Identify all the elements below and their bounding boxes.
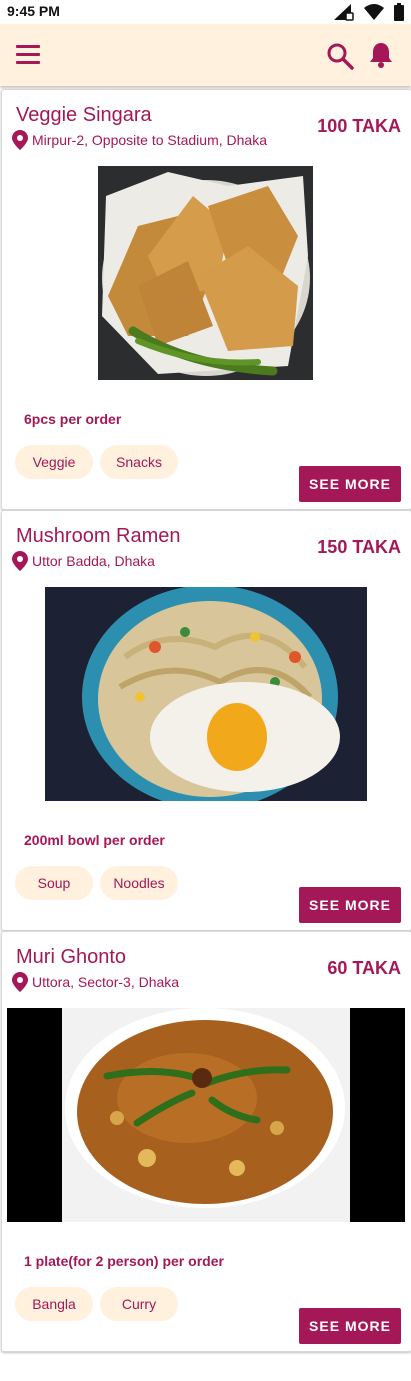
card-location-text: Uttor Badda, Dhaka (32, 553, 155, 569)
tag-chip[interactable]: Noodles (100, 866, 178, 900)
card-location: Mirpur-2, Opposite to Stadium, Dhaka (12, 130, 267, 150)
food-image-ramen (45, 587, 367, 801)
food-card[interactable]: Mushroom Ramen 150 TAKA Uttor Badda, Dha… (1, 510, 411, 931)
location-pin-icon (12, 972, 28, 992)
bell-icon[interactable] (368, 41, 394, 69)
card-quantity: 200ml bowl per order (24, 832, 165, 848)
status-bar: 9:45 PM (0, 0, 411, 24)
cell-signal-icon (334, 4, 354, 21)
card-title: Veggie Singara (16, 104, 152, 126)
status-time: 9:45 PM (7, 3, 60, 19)
location-pin-icon (12, 130, 28, 150)
card-price: 100 TAKA (317, 116, 401, 136)
food-card[interactable]: Muri Ghonto 60 TAKA Uttora, Sector-3, Dh… (1, 931, 411, 1352)
card-price: 150 TAKA (317, 537, 401, 557)
food-image-curry (7, 1008, 405, 1222)
tag-chip[interactable]: Bangla (15, 1287, 93, 1321)
food-card[interactable]: Veggie Singara 100 TAKA Mirpur-2, Opposi… (1, 89, 411, 510)
card-location-text: Mirpur-2, Opposite to Stadium, Dhaka (32, 132, 267, 148)
see-more-button[interactable]: SEE MORE (299, 466, 401, 502)
card-quantity: 6pcs per order (24, 411, 122, 427)
tag-chip[interactable]: Veggie (15, 445, 93, 479)
see-more-button[interactable]: SEE MORE (299, 1308, 401, 1344)
search-icon[interactable] (326, 42, 354, 70)
card-location: Uttora, Sector-3, Dhaka (12, 972, 179, 992)
tag-chip[interactable]: Snacks (100, 445, 178, 479)
card-quantity: 1 plate(for 2 person) per order (24, 1253, 224, 1269)
card-title: Mushroom Ramen (16, 525, 181, 547)
battery-icon (394, 3, 404, 21)
food-image-singara (98, 166, 313, 380)
card-price: 60 TAKA (327, 958, 401, 978)
status-icons (333, 3, 405, 21)
app-bar (0, 24, 411, 86)
tag-chip[interactable]: Soup (15, 866, 93, 900)
card-location-text: Uttora, Sector-3, Dhaka (32, 974, 180, 990)
see-more-button[interactable]: SEE MORE (299, 887, 401, 923)
wifi-icon (364, 4, 384, 20)
tag-chip[interactable]: Curry (100, 1287, 178, 1321)
card-title: Muri Ghonto (16, 946, 127, 968)
card-location: Uttor Badda, Dhaka (12, 551, 155, 571)
menu-icon[interactable] (14, 42, 42, 68)
location-pin-icon (12, 551, 28, 571)
